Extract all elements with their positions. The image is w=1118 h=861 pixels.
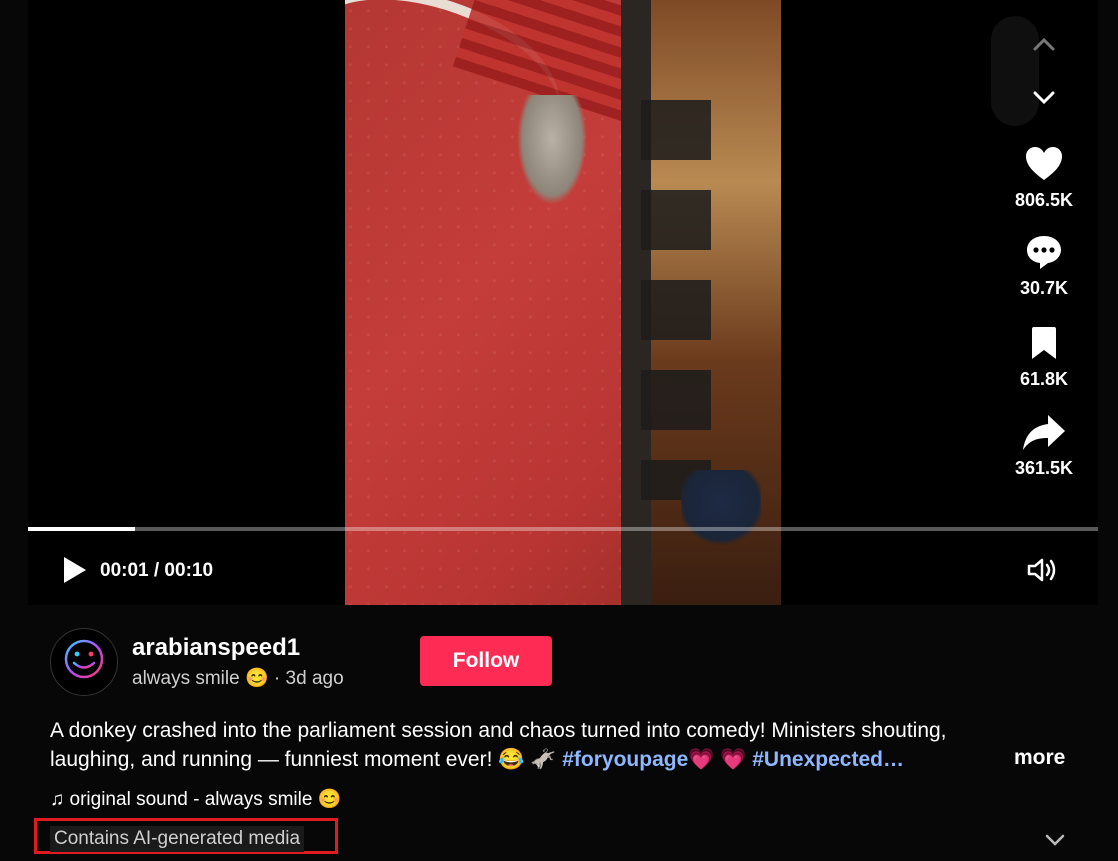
share-icon [1023, 415, 1065, 450]
next-video-button[interactable] [1028, 82, 1060, 114]
follow-button[interactable]: Follow [420, 636, 552, 686]
video-frame[interactable] [345, 0, 781, 605]
progress-fill [28, 527, 135, 531]
comment-count: 30.7K [1019, 278, 1069, 298]
caption-line-2: laughing, and running — funniest moment … [50, 745, 1040, 774]
share-action[interactable]: 361.5K [999, 410, 1089, 479]
caption: A donkey crashed into the parliament ses… [50, 716, 1040, 774]
caption-text: laughing, and running — funniest moment … [50, 748, 563, 771]
video-chairs [641, 100, 711, 500]
author-username[interactable]: arabianspeed1 [132, 634, 300, 662]
save-button[interactable] [999, 321, 1089, 365]
video-donkey [517, 95, 587, 205]
play-button[interactable] [60, 555, 90, 585]
previous-video-button[interactable] [1028, 28, 1060, 60]
video-person [681, 470, 761, 550]
hashtag-unexpected[interactable]: #Unexpected… [752, 748, 904, 771]
hashtag-foryoupage[interactable]: #foryoupage [562, 748, 688, 771]
play-icon [64, 557, 86, 583]
caption-hearts: 💗 💗 [688, 748, 753, 771]
expand-button[interactable] [1044, 833, 1070, 853]
author-meta: always smile 😊 · 3d ago [132, 666, 344, 690]
heart-icon [1026, 147, 1062, 180]
comment-icon [1027, 236, 1061, 269]
volume-button[interactable] [1024, 554, 1060, 586]
chevron-up-icon [1033, 37, 1055, 51]
bookmark-icon [1032, 327, 1056, 359]
author-display-name[interactable]: always smile 😊 [132, 668, 269, 689]
chevron-down-icon [1033, 91, 1055, 105]
ai-generated-label: Contains AI-generated media [50, 826, 305, 852]
avatar[interactable] [50, 628, 118, 696]
like-count: 806.5K [1014, 190, 1074, 210]
time-display: 00:01 / 00:10 [100, 560, 214, 581]
like-button[interactable] [999, 142, 1089, 186]
more-button[interactable]: more [1014, 746, 1065, 770]
expand-chevron-icon [1045, 834, 1065, 846]
like-action[interactable]: 806.5K [999, 142, 1089, 211]
comment-action[interactable]: 30.7K [999, 230, 1089, 299]
smiley-logo [64, 639, 104, 679]
volume-icon [1027, 558, 1056, 582]
save-action[interactable]: 61.8K [999, 321, 1089, 390]
share-button[interactable] [999, 410, 1089, 454]
video-player[interactable]: 00:01 / 00:10 [28, 0, 1098, 605]
post-time: · 3d ago [273, 668, 344, 689]
comment-button[interactable] [999, 230, 1089, 274]
caption-line-1: A donkey crashed into the parliament ses… [50, 719, 947, 742]
progress-bar[interactable] [28, 527, 1098, 531]
sound-link[interactable]: ♫ original sound - always smile 😊 [50, 787, 341, 811]
share-count: 361.5K [1014, 458, 1074, 478]
save-count: 61.8K [1019, 369, 1069, 389]
